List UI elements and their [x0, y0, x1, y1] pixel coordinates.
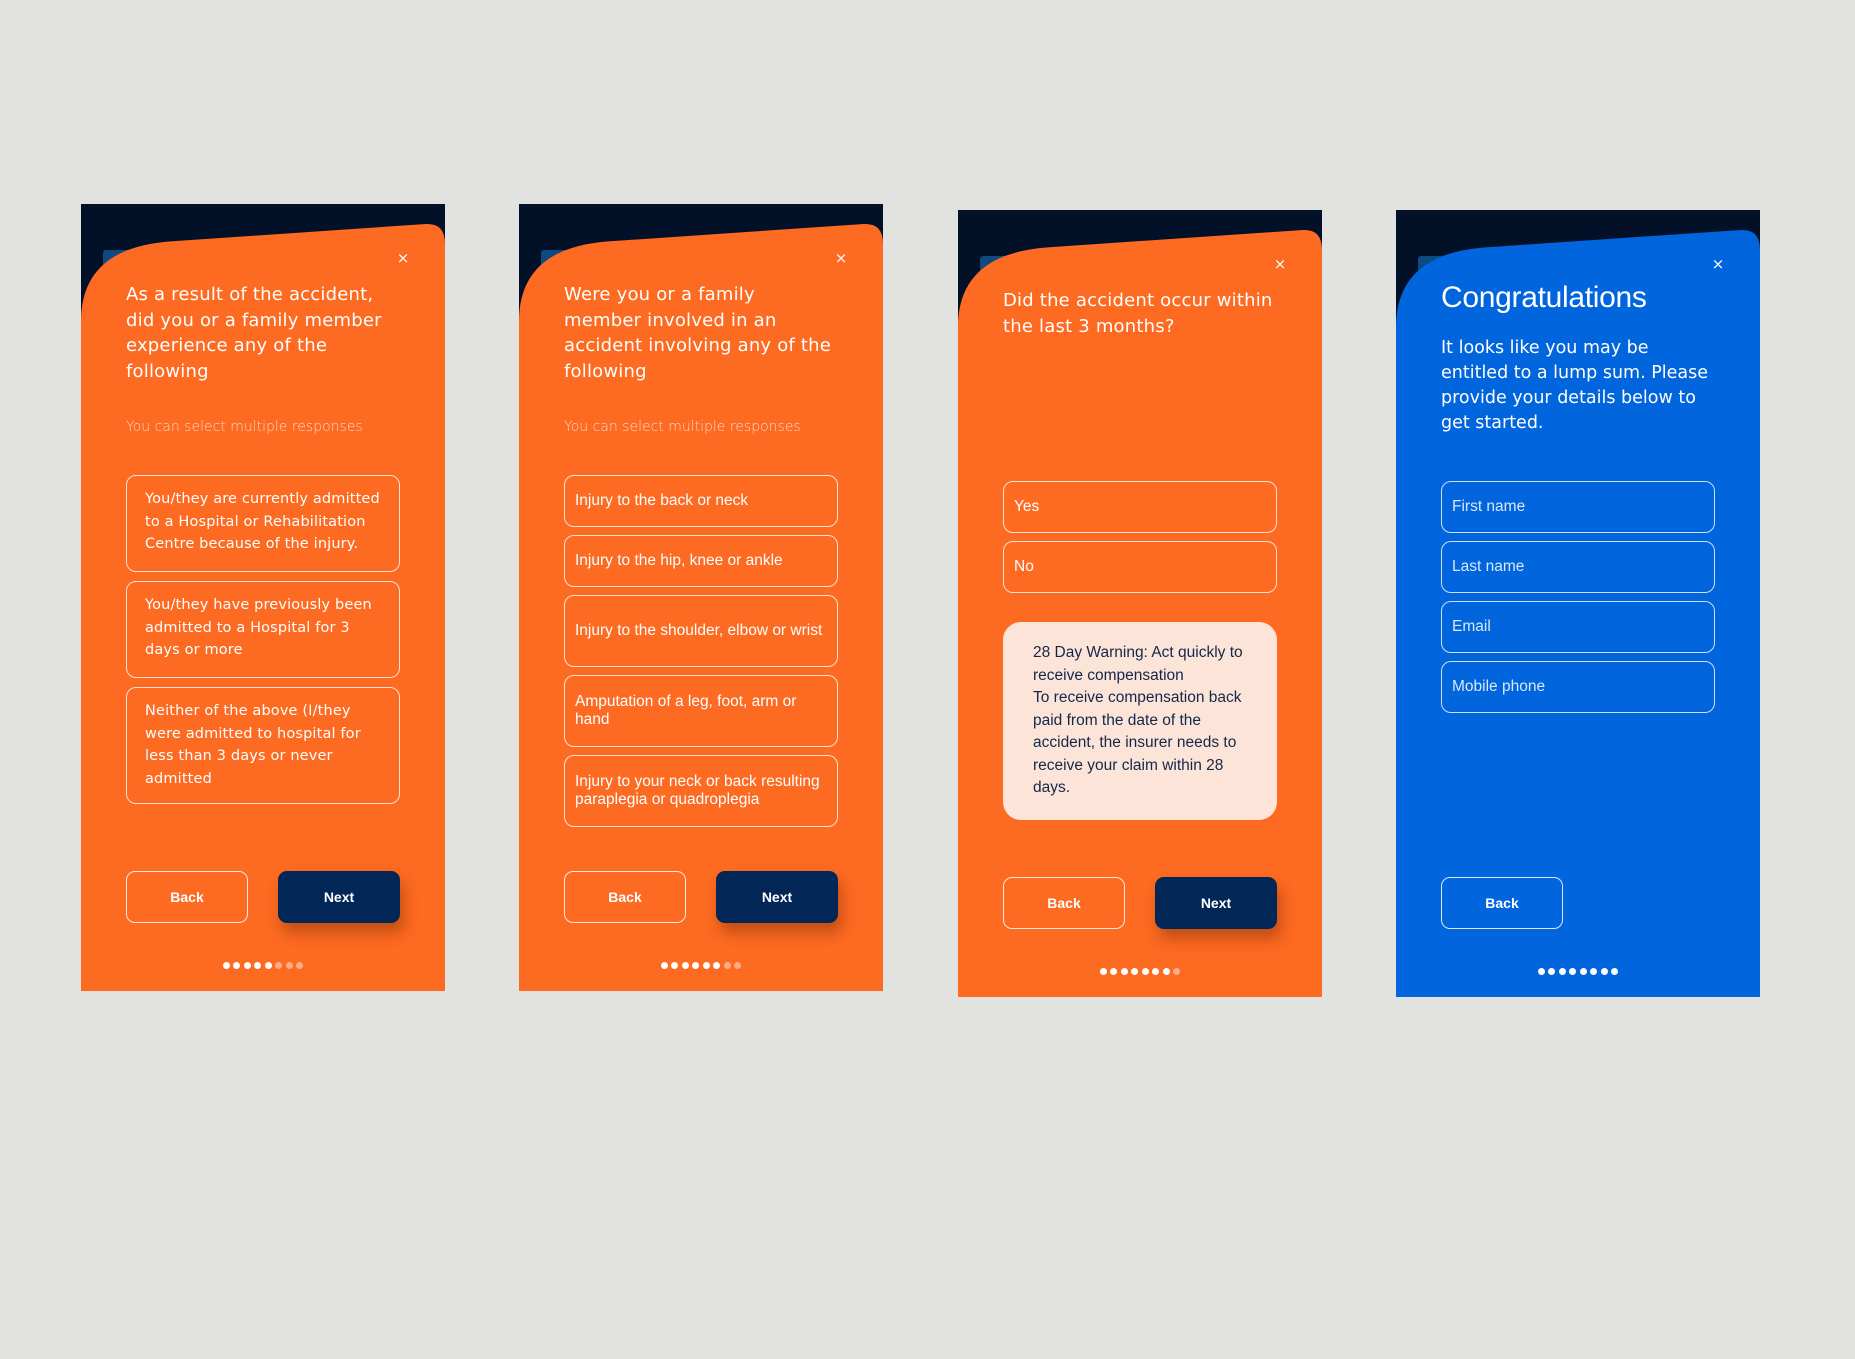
progress-dot-pending [275, 962, 283, 969]
progress-dot-pending [1173, 968, 1181, 975]
progress-dot-complete [254, 962, 262, 969]
progress-dot-complete [671, 962, 679, 969]
progress-dot-complete [1590, 968, 1598, 975]
option-hip-knee-ankle[interactable]: Injury to the hip, knee or ankle [564, 535, 838, 587]
progress-dot-complete [702, 962, 710, 969]
option-shoulder-elbow-wrist[interactable]: Injury to the shoulder, elbow or wrist [564, 595, 838, 667]
progress-dot-complete [243, 962, 251, 969]
warning-body: To receive compensation back paid from t… [1033, 689, 1242, 796]
multi-select-hint: You can select multiple responses [126, 419, 363, 435]
back-button[interactable]: Back [564, 871, 686, 923]
question-title: Did the accident occur within the last 3… [1003, 290, 1273, 337]
congratulations-subtitle: It looks like you may be entitled to a l… [1441, 338, 1709, 433]
back-button[interactable]: Back [1441, 877, 1563, 929]
progress-dot-complete [1579, 968, 1587, 975]
screen-injury-type-question: × Were you or a family member involved i… [519, 204, 883, 991]
progress-dot-pending [734, 962, 742, 969]
progress-dot-complete [1600, 968, 1608, 975]
progress-dot-complete [1141, 968, 1149, 975]
close-icon[interactable]: × [1708, 254, 1728, 274]
back-button[interactable]: Back [126, 871, 248, 923]
option-amputation[interactable]: Amputation of a leg, foot, arm or hand [564, 675, 838, 747]
progress-dot-complete [1099, 968, 1107, 975]
progress-dot-complete [1120, 968, 1128, 975]
question-title: Were you or a family member involved in … [564, 284, 832, 382]
progress-dot-complete [1611, 968, 1619, 975]
progress-dot-complete [1537, 968, 1545, 975]
progress-dot-complete [222, 962, 230, 969]
progress-dot-complete [1131, 968, 1139, 975]
progress-dot-complete [233, 962, 241, 969]
progress-dot-pending [296, 962, 304, 969]
progress-dot-complete [264, 962, 272, 969]
close-icon[interactable]: × [831, 248, 851, 268]
progress-dot-complete [1548, 968, 1556, 975]
first-name-field[interactable] [1441, 481, 1715, 533]
option-back-neck[interactable]: Injury to the back or neck [564, 475, 838, 527]
progress-dot-pending [285, 962, 293, 969]
screen-congratulations: × Congratulations It looks like you may … [1396, 210, 1760, 997]
progress-dot-complete [713, 962, 721, 969]
option-currently-admitted[interactable]: You/they are currently admitted to a Hos… [126, 475, 400, 572]
progress-dot-complete [1152, 968, 1160, 975]
email-field[interactable] [1441, 601, 1715, 653]
back-button[interactable]: Back [1003, 877, 1125, 929]
option-no[interactable]: No [1003, 541, 1277, 593]
option-previously-admitted[interactable]: You/they have previously been admitted t… [126, 581, 400, 678]
progress-dot-complete [1569, 968, 1577, 975]
close-icon[interactable]: × [1270, 254, 1290, 274]
progress-dot-complete [1558, 968, 1566, 975]
progress-dot-complete [660, 962, 668, 969]
details-sheet: × Congratulations It looks like you may … [1396, 210, 1760, 997]
question-sheet: × Were you or a family member involved i… [519, 204, 883, 991]
screen-timing-question: × Did the accident occur within the last… [958, 210, 1322, 997]
next-button[interactable]: Next [278, 871, 400, 923]
option-paraplegia[interactable]: Injury to your neck or back resulting pa… [564, 755, 838, 827]
progress-dot-pending [723, 962, 731, 969]
warning-heading: 28 Day Warning: Act quickly to receive c… [1033, 644, 1243, 684]
question-sheet: × Did the accident occur within the last… [958, 210, 1322, 997]
progress-dots [958, 968, 1322, 975]
progress-dot-complete [692, 962, 700, 969]
warning-card: 28 Day Warning: Act quickly to receive c… [1003, 622, 1277, 820]
close-icon[interactable]: × [393, 248, 413, 268]
progress-dots [519, 962, 883, 969]
option-neither[interactable]: Neither of the above (I/they were admitt… [126, 687, 400, 804]
progress-dots [81, 962, 445, 969]
progress-dot-complete [1162, 968, 1170, 975]
progress-dot-complete [681, 962, 689, 969]
multi-select-hint: You can select multiple responses [564, 419, 801, 435]
next-button[interactable]: Next [1155, 877, 1277, 929]
question-sheet: × As a result of the accident, did you o… [81, 204, 445, 991]
mobile-phone-field[interactable] [1441, 661, 1715, 713]
last-name-field[interactable] [1441, 541, 1715, 593]
question-title: As a result of the accident, did you or … [126, 284, 382, 382]
progress-dots [1396, 968, 1760, 975]
next-button[interactable]: Next [716, 871, 838, 923]
congratulations-title: Congratulations [1441, 281, 1647, 314]
option-yes[interactable]: Yes [1003, 481, 1277, 533]
screen-hospital-question: × As a result of the accident, did you o… [81, 204, 445, 991]
progress-dot-complete [1110, 968, 1118, 975]
